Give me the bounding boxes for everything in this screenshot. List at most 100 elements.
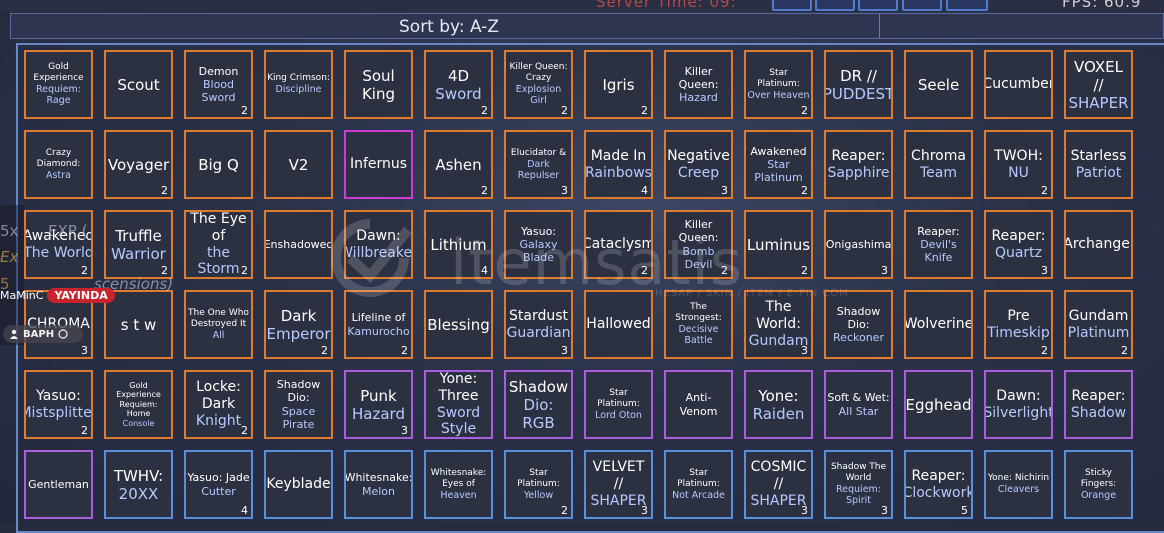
inventory-tile[interactable]: Yone: Raiden bbox=[744, 370, 813, 439]
inventory-tile[interactable]: Keyblade bbox=[264, 450, 333, 519]
inventory-tile[interactable]: Star Platinum: Lord Oton bbox=[584, 370, 653, 439]
inventory-tile[interactable]: Demon Blood Sword 2 bbox=[184, 50, 253, 119]
tile-name-line-2: Mistsplitter bbox=[26, 404, 92, 421]
inventory-tile[interactable]: 4D Sword 2 bbox=[424, 50, 493, 119]
inventory-tile[interactable]: TWHV: 20XX bbox=[104, 450, 173, 519]
inventory-tile[interactable]: Pre Timeskip 2 bbox=[984, 290, 1053, 359]
inventory-tile[interactable]: Punk Hazard 3 bbox=[344, 370, 413, 439]
pill-label: BAPH bbox=[23, 328, 55, 340]
inventory-tile[interactable]: Whitesnake: Eyes of Heaven bbox=[424, 450, 493, 519]
inventory-tile[interactable]: Archangel bbox=[1064, 210, 1133, 279]
inventory-tile[interactable]: VOXEL //SHAPER bbox=[1064, 50, 1133, 119]
inventory-tile[interactable]: Egghead bbox=[904, 370, 973, 439]
inventory-tile[interactable]: COSMIC //SHAPER 3 bbox=[744, 450, 813, 519]
inventory-tile[interactable]: Stardust Guardian 3 bbox=[504, 290, 573, 359]
inventory-tile[interactable]: The Eye of the Storm 2 bbox=[184, 210, 253, 279]
inventory-tile[interactable]: Reaper: Shadow bbox=[1064, 370, 1133, 439]
inventory-tile[interactable]: King Crimson: Discipline bbox=[264, 50, 333, 119]
inventory-tile[interactable]: Reaper: Devil's Knife bbox=[904, 210, 973, 279]
inventory-tile[interactable]: Big Q bbox=[184, 130, 253, 199]
player-pill[interactable]: BAPH bbox=[3, 325, 83, 343]
inventory-tile[interactable]: Hallowed bbox=[584, 290, 653, 359]
player-tag: MaMinC YAYINDA bbox=[0, 287, 115, 303]
inventory-tile[interactable]: Reaper: Sapphire bbox=[824, 130, 893, 199]
inventory-tile[interactable]: The Strongest: Decisive Battle bbox=[664, 290, 733, 359]
sort-bar[interactable]: Sort by: A-Z bbox=[10, 13, 1164, 39]
tile-name-line-1: Shadow Dio: bbox=[836, 304, 881, 331]
inventory-tile[interactable]: Wolverine bbox=[904, 290, 973, 359]
tile-count: 2 bbox=[241, 424, 248, 437]
tile-count: 2 bbox=[801, 184, 808, 197]
inventory-tile[interactable]: Shadow Dio: Reckoner bbox=[824, 290, 893, 359]
inventory-tile[interactable]: Locke: Dark Knight 2 bbox=[184, 370, 253, 439]
inventory-tile[interactable]: Blessing bbox=[424, 290, 493, 359]
inventory-tile[interactable]: Crazy Diamond: Astra bbox=[24, 130, 93, 199]
inventory-tile[interactable]: Lifeline of Kamurocho 2 bbox=[344, 290, 413, 359]
inventory-tile[interactable]: Gundam Platinum 2 bbox=[1064, 290, 1133, 359]
inventory-tile[interactable]: Chroma Team bbox=[904, 130, 973, 199]
inventory-tile[interactable]: Yone: Three Sword Style bbox=[424, 370, 493, 439]
inventory-tile[interactable]: Infernus bbox=[344, 130, 413, 199]
inventory-tile[interactable]: DR //PUDDEST bbox=[824, 50, 893, 119]
inventory-tile[interactable]: Cataclysm 2 bbox=[584, 210, 653, 279]
hud-button-2[interactable] bbox=[815, 0, 855, 11]
inventory-tile[interactable]: Sticky Fingers: Orange bbox=[1064, 450, 1133, 519]
inventory-tile[interactable]: Awakened Star Platinum 2 bbox=[744, 130, 813, 199]
tile-count: 4 bbox=[481, 264, 488, 277]
inventory-tile[interactable]: Whitesnake: Melon bbox=[344, 450, 413, 519]
inventory-tile[interactable]: Enshadowed bbox=[264, 210, 333, 279]
inventory-tile[interactable]: Gold Experience Requiem: Rage bbox=[24, 50, 93, 119]
inventory-tile[interactable]: Lithium 4 bbox=[424, 210, 493, 279]
inventory-tile[interactable]: Shadow Dio: RGB bbox=[504, 370, 573, 439]
inventory-tile[interactable]: Dawn: Silverlight bbox=[984, 370, 1053, 439]
inventory-tile[interactable]: Cucumber bbox=[984, 50, 1053, 119]
inventory-tile[interactable]: Gentleman bbox=[24, 450, 93, 519]
tile-name-line-1: Onigashima bbox=[825, 237, 892, 251]
inventory-tile[interactable]: Dark Emperor 2 bbox=[264, 290, 333, 359]
inventory-tile[interactable]: Yasuo: Jade Cutter 4 bbox=[184, 450, 253, 519]
inventory-tile[interactable]: V2 bbox=[264, 130, 333, 199]
inventory-tile[interactable]: Gold Experience Requiem: Home Console bbox=[104, 370, 173, 439]
inventory-tile[interactable]: Reaper: Clockwork 5 bbox=[904, 450, 973, 519]
inventory-tile[interactable]: Voyager 2 bbox=[104, 130, 173, 199]
inventory-tile[interactable]: Star Platinum: Over Heaven 2 bbox=[744, 50, 813, 119]
inventory-tile[interactable]: Negative Creep 3 bbox=[664, 130, 733, 199]
inventory-tile[interactable]: Truffle Warrior 2 bbox=[104, 210, 173, 279]
inventory-tile[interactable]: Soft & Wet: All Star bbox=[824, 370, 893, 439]
inventory-tile[interactable]: Shadow The World Requiem: Spirit 3 bbox=[824, 450, 893, 519]
inventory-tile[interactable]: Starless Patriot bbox=[1064, 130, 1133, 199]
inventory-tile[interactable]: Igris 2 bbox=[584, 50, 653, 119]
inventory-tile[interactable]: The One Who Destroyed It All bbox=[184, 290, 253, 359]
hud-button-4[interactable] bbox=[902, 0, 942, 11]
inventory-tile[interactable]: Elucidator & Dark Repulser 3 bbox=[504, 130, 573, 199]
inventory-tile[interactable]: Killer Queen: Bomb Devil 2 bbox=[664, 210, 733, 279]
inventory-tile[interactable]: Reaper: Quartz 3 bbox=[984, 210, 1053, 279]
inventory-tile[interactable]: Yasuo: Galaxy Blade bbox=[504, 210, 573, 279]
hud-button-3[interactable] bbox=[858, 0, 898, 11]
inventory-tile[interactable]: Seele bbox=[904, 50, 973, 119]
inventory-tile[interactable]: Made In Rainbows 4 bbox=[584, 130, 653, 199]
hud-button-5[interactable] bbox=[946, 0, 988, 11]
tile-count: 2 bbox=[561, 504, 568, 517]
inventory-tile[interactable]: Star Platinum: Yellow 2 bbox=[504, 450, 573, 519]
inventory-tile[interactable]: VELVET //SHAPER 3 bbox=[584, 450, 653, 519]
inventory-tile[interactable]: Yone: Nichirin Cleavers bbox=[984, 450, 1053, 519]
sort-label[interactable]: Sort by: A-Z bbox=[399, 17, 499, 37]
inventory-tile[interactable]: Scout bbox=[104, 50, 173, 119]
inventory-tile[interactable]: Anti-Venom bbox=[664, 370, 733, 439]
inventory-tile[interactable]: Awakened The World 2 bbox=[24, 210, 93, 279]
inventory-tile[interactable]: Onigashima 3 bbox=[824, 210, 893, 279]
inventory-tile[interactable]: Shadow Dio: Space Pirate bbox=[264, 370, 333, 439]
inventory-tile[interactable]: Dawn:Willbreaker bbox=[344, 210, 413, 279]
inventory-tile[interactable]: Ashen 2 bbox=[424, 130, 493, 199]
inventory-tile[interactable]: Soul King bbox=[344, 50, 413, 119]
inventory-tile[interactable]: TWOH: NU 2 bbox=[984, 130, 1053, 199]
inventory-tile[interactable]: Killer Queen: Hazard bbox=[664, 50, 733, 119]
inventory-tile[interactable]: Star Platinum: Not Arcade bbox=[664, 450, 733, 519]
inventory-tile[interactable]: Killer Queen: Crazy Explosion Girl 2 bbox=[504, 50, 573, 119]
hud-button-1[interactable] bbox=[772, 0, 812, 11]
inventory-tile[interactable]: Luminus 2 bbox=[744, 210, 813, 279]
inventory-tile[interactable]: The World: Gundam 3 bbox=[744, 290, 813, 359]
tile-name-line-1: Chroma bbox=[911, 147, 966, 164]
inventory-tile[interactable]: Yasuo:Mistsplitter 2 bbox=[24, 370, 93, 439]
